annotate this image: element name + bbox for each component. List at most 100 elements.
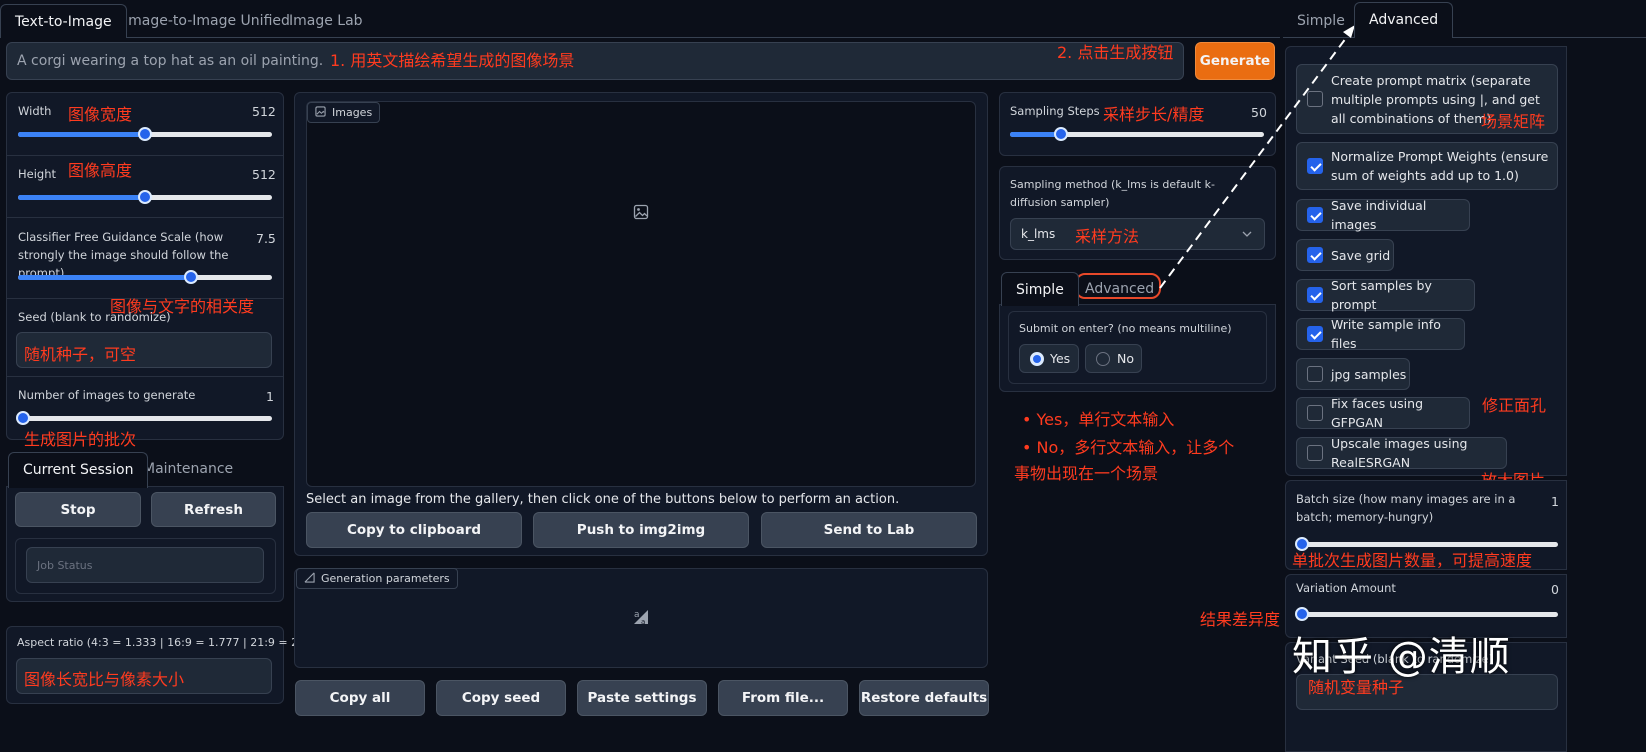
variation-slider[interactable] bbox=[1295, 607, 1558, 621]
annotation-no-2: 事物出现在一个场景 bbox=[1014, 464, 1159, 483]
from-file-button[interactable]: From file... bbox=[718, 680, 848, 716]
tab-right-simple[interactable]: Simple bbox=[1283, 4, 1359, 38]
width-slider[interactable] bbox=[18, 127, 272, 141]
annotation-method: 采样方法 bbox=[1075, 227, 1140, 246]
right-tab-divider bbox=[1283, 37, 1646, 38]
generation-params-legend-text: Generation parameters bbox=[321, 572, 450, 585]
option-label: Normalize Prompt Weights (ensure sum of … bbox=[1331, 149, 1549, 183]
sampling-steps-label: Sampling Steps bbox=[1010, 104, 1100, 118]
option-save-individual[interactable]: Save individual images bbox=[1296, 198, 1470, 232]
svg-text:a: a bbox=[634, 610, 640, 620]
annotation-prompt: 1. 用英文描绘希望生成的图像场景 bbox=[330, 51, 575, 70]
option-fix-faces[interactable]: Fix faces using GFPGAN bbox=[1296, 396, 1470, 430]
text-placeholder-icon: aa bbox=[632, 608, 650, 630]
batch-label: Batch size (how many images are in a bat… bbox=[1296, 492, 1516, 524]
option-sort-samples[interactable]: Sort samples by prompt bbox=[1296, 278, 1475, 312]
divider bbox=[7, 155, 283, 156]
height-slider[interactable] bbox=[18, 190, 272, 204]
checkbox[interactable] bbox=[1307, 445, 1323, 461]
cfg-slider[interactable] bbox=[18, 270, 272, 284]
image-icon bbox=[315, 106, 326, 122]
variation-value: 0 bbox=[1551, 582, 1559, 597]
option-label: jpg samples bbox=[1331, 366, 1407, 382]
submit-no-radio[interactable]: No bbox=[1085, 344, 1142, 373]
generation-params-legend: Generation parameters bbox=[296, 568, 458, 589]
radio-selected-icon bbox=[1030, 352, 1044, 366]
annotation-seed: 随机种子，可空 bbox=[24, 345, 137, 364]
copy-all-button[interactable]: Copy all bbox=[295, 680, 425, 716]
option-label: Save individual images bbox=[1331, 198, 1427, 232]
generate-button[interactable]: Generate bbox=[1195, 42, 1275, 80]
prompt-input[interactable]: A corgi wearing a top hat as an oil pain… bbox=[6, 42, 1184, 80]
option-save-grid[interactable]: Save grid bbox=[1296, 239, 1394, 271]
checkbox[interactable] bbox=[1307, 158, 1323, 174]
submit-label: Submit on enter? (no means multiline) bbox=[1019, 322, 1232, 335]
annotation-yes-text: Yes，单行文本输入 bbox=[1036, 410, 1175, 429]
job-status-input[interactable]: Job Status bbox=[26, 547, 264, 583]
checkbox[interactable] bbox=[1307, 287, 1323, 303]
option-write-info[interactable]: Write sample info files bbox=[1296, 317, 1465, 351]
send-to-lab-button[interactable]: Send to Lab bbox=[761, 512, 977, 548]
sampling-steps-slider[interactable] bbox=[1010, 127, 1264, 141]
restore-defaults-button[interactable]: Restore defaults bbox=[859, 680, 989, 716]
seed-label: Seed (blank to randomize) bbox=[18, 310, 171, 324]
sampling-method-value: k_lms bbox=[1021, 227, 1056, 241]
annotation-yes: • Yes，单行文本输入 bbox=[1022, 409, 1174, 431]
gallery-hint: Select an image from the gallery, then c… bbox=[306, 492, 900, 507]
aspect-label: Aspect ratio (4:3 = 1.333 | 16:9 = 1.777… bbox=[17, 636, 327, 649]
variation-label: Variation Amount bbox=[1296, 581, 1396, 595]
divider bbox=[7, 376, 283, 377]
height-value: 512 bbox=[252, 167, 276, 182]
annotation-steps: 采样步长/精度 bbox=[1103, 105, 1205, 124]
push-to-img2img-button[interactable]: Push to img2img bbox=[533, 512, 749, 548]
checkbox[interactable] bbox=[1307, 366, 1323, 382]
tab-mid-simple[interactable]: Simple bbox=[1001, 272, 1079, 306]
tab-right-advanced[interactable]: Advanced bbox=[1354, 2, 1454, 38]
annotation-aspect: 图像长宽比与像素大小 bbox=[24, 670, 185, 689]
submit-yes-radio[interactable]: Yes bbox=[1019, 344, 1079, 373]
cfg-value: 7.5 bbox=[256, 231, 276, 246]
chevron-down-icon bbox=[1242, 228, 1252, 242]
checkbox[interactable] bbox=[1307, 405, 1323, 421]
advanced-highlight bbox=[1075, 273, 1161, 299]
checkbox[interactable] bbox=[1307, 326, 1323, 342]
copy-to-clipboard-button[interactable]: Copy to clipboard bbox=[306, 512, 522, 548]
checkbox[interactable] bbox=[1307, 207, 1323, 223]
images-legend: Images bbox=[307, 102, 381, 123]
annotation-num-images: 生成图片的批次 bbox=[24, 430, 137, 449]
copy-seed-button[interactable]: Copy seed bbox=[436, 680, 566, 716]
num-images-label: Number of images to generate bbox=[18, 388, 196, 402]
option-label: Save grid bbox=[1331, 247, 1391, 263]
tab-current-session[interactable]: Current Session bbox=[8, 452, 149, 488]
stop-button[interactable]: Stop bbox=[15, 492, 141, 527]
submit-no-label: No bbox=[1117, 351, 1134, 366]
option-label: Upscale images using RealESRGAN bbox=[1331, 436, 1468, 470]
submit-yes-label: Yes bbox=[1050, 351, 1071, 366]
batch-value: 1 bbox=[1551, 494, 1559, 509]
refresh-button[interactable]: Refresh bbox=[151, 492, 276, 527]
option-normalize-weights[interactable]: Normalize Prompt Weights (ensure sum of … bbox=[1296, 142, 1558, 190]
option-jpg-samples[interactable]: jpg samples bbox=[1296, 358, 1410, 390]
sampling-method-label: Sampling method (k_lms is default k-diff… bbox=[1010, 178, 1215, 209]
tab-text-to-image[interactable]: Text-to-Image bbox=[0, 4, 127, 38]
image-gallery[interactable] bbox=[306, 101, 976, 487]
params-icon bbox=[304, 572, 315, 588]
annotation-height: 图像高度 bbox=[68, 161, 133, 180]
option-label: Fix faces using GFPGAN bbox=[1331, 396, 1423, 430]
height-label: Height bbox=[18, 167, 57, 181]
annotation-no: • No，多行文本输入，让多个 bbox=[1022, 437, 1234, 459]
tab-image-lab[interactable]: Image Lab bbox=[275, 4, 377, 38]
divider bbox=[7, 217, 283, 218]
paste-settings-button[interactable]: Paste settings bbox=[577, 680, 707, 716]
width-label: Width bbox=[18, 104, 52, 118]
prompt-placeholder: A corgi wearing a top hat as an oil pain… bbox=[17, 53, 324, 69]
checkbox[interactable] bbox=[1307, 91, 1323, 107]
annotation-faces: 修正面孔 bbox=[1482, 396, 1547, 415]
num-images-slider[interactable] bbox=[16, 411, 272, 425]
option-upscale[interactable]: Upscale images using RealESRGAN bbox=[1296, 436, 1507, 470]
bullet-icon: • bbox=[1022, 438, 1032, 457]
svg-text:a: a bbox=[641, 618, 645, 626]
annotation-matrix: 场景矩阵 bbox=[1481, 112, 1546, 131]
checkbox[interactable] bbox=[1307, 247, 1323, 263]
batch-slider[interactable] bbox=[1295, 537, 1558, 551]
